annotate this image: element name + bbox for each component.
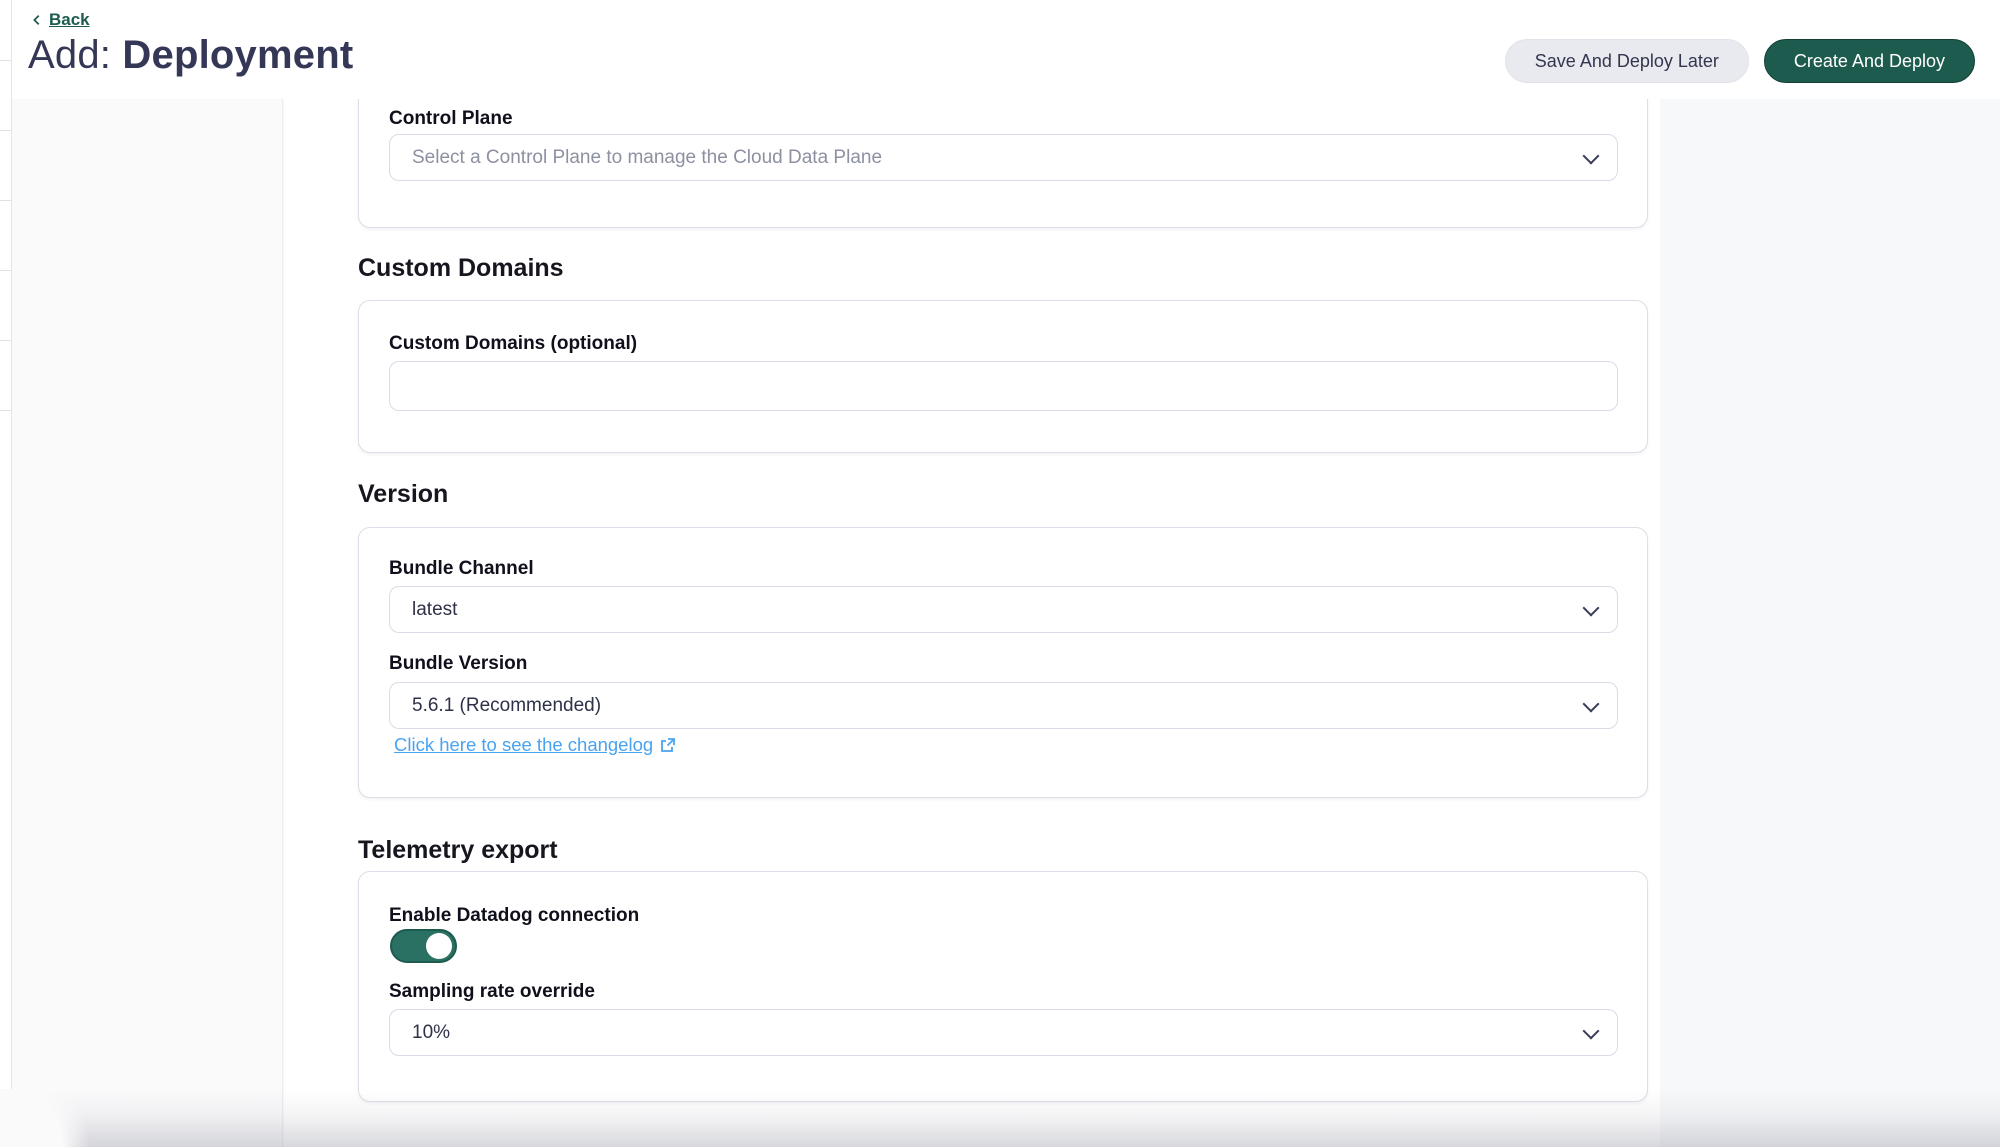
- enable-datadog-toggle[interactable]: [390, 929, 457, 963]
- page-title-prefix: Add:: [28, 33, 111, 77]
- external-link-icon: [659, 737, 676, 754]
- bundle-version-select-value: 5.6.1 (Recommended): [412, 695, 601, 717]
- left-edge-row-divider: [0, 270, 12, 271]
- create-and-deploy-button[interactable]: Create And Deploy: [1764, 39, 1975, 83]
- sampling-rate-select-value: 10%: [412, 1022, 450, 1044]
- enable-datadog-label: Enable Datadog connection: [389, 905, 639, 927]
- back-button-label: Back: [49, 10, 90, 30]
- left-edge-row-divider: [0, 130, 12, 131]
- bundle-channel-label: Bundle Channel: [389, 558, 534, 580]
- bundle-version-select[interactable]: 5.6.1 (Recommended): [389, 682, 1618, 729]
- changelog-link[interactable]: Click here to see the changelog: [394, 734, 676, 756]
- custom-domains-card: Custom Domains (optional): [358, 300, 1648, 453]
- version-heading: Version: [358, 480, 448, 509]
- back-button[interactable]: Back: [30, 10, 90, 30]
- sampling-rate-select[interactable]: 10%: [389, 1009, 1618, 1056]
- control-plane-select-placeholder: Select a Control Plane to manage the Clo…: [412, 147, 882, 169]
- chevron-down-icon: [1585, 604, 1597, 616]
- custom-domains-input[interactable]: [389, 361, 1618, 411]
- control-plane-card: Control Plane Select a Control Plane to …: [358, 85, 1648, 228]
- chevron-down-icon: [1585, 1027, 1597, 1039]
- custom-domains-label: Custom Domains (optional): [389, 333, 637, 355]
- bundle-version-label: Bundle Version: [389, 653, 527, 675]
- bundle-channel-select-value: latest: [412, 599, 457, 621]
- left-edge-row-divider: [0, 410, 12, 411]
- chevron-left-icon: [30, 13, 44, 27]
- version-card: Bundle Channel latest Bundle Version 5.6…: [358, 527, 1648, 798]
- header-actions: Save And Deploy Later Create And Deploy: [1505, 39, 1975, 83]
- changelog-link-text: Click here to see the changelog: [394, 734, 653, 756]
- left-edge-row-divider: [0, 200, 12, 201]
- telemetry-heading: Telemetry export: [358, 836, 558, 865]
- left-edge-panel: [0, 0, 12, 1147]
- chevron-down-icon: [1585, 152, 1597, 164]
- page-title-main: Deployment: [122, 33, 353, 77]
- toggle-knob: [426, 933, 452, 959]
- add-deployment-page: Control Plane Select a Control Plane to …: [0, 0, 2000, 1147]
- chevron-down-icon: [1585, 700, 1597, 712]
- save-and-deploy-later-button[interactable]: Save And Deploy Later: [1505, 39, 1749, 83]
- left-edge-row-divider: [0, 60, 12, 61]
- sampling-rate-label: Sampling rate override: [389, 981, 595, 1003]
- control-plane-select[interactable]: Select a Control Plane to manage the Clo…: [389, 134, 1618, 181]
- left-sidebar-rail: [13, 99, 283, 1147]
- left-edge-row-divider: [0, 340, 12, 341]
- page-header: Back Add: Deployment Save And Deploy Lat…: [12, 0, 2000, 99]
- telemetry-card: Enable Datadog connection Sampling rate …: [358, 871, 1648, 1102]
- bundle-channel-select[interactable]: latest: [389, 586, 1618, 633]
- page-title: Add: Deployment: [28, 33, 353, 78]
- custom-domains-heading: Custom Domains: [358, 254, 564, 283]
- control-plane-label: Control Plane: [389, 108, 513, 130]
